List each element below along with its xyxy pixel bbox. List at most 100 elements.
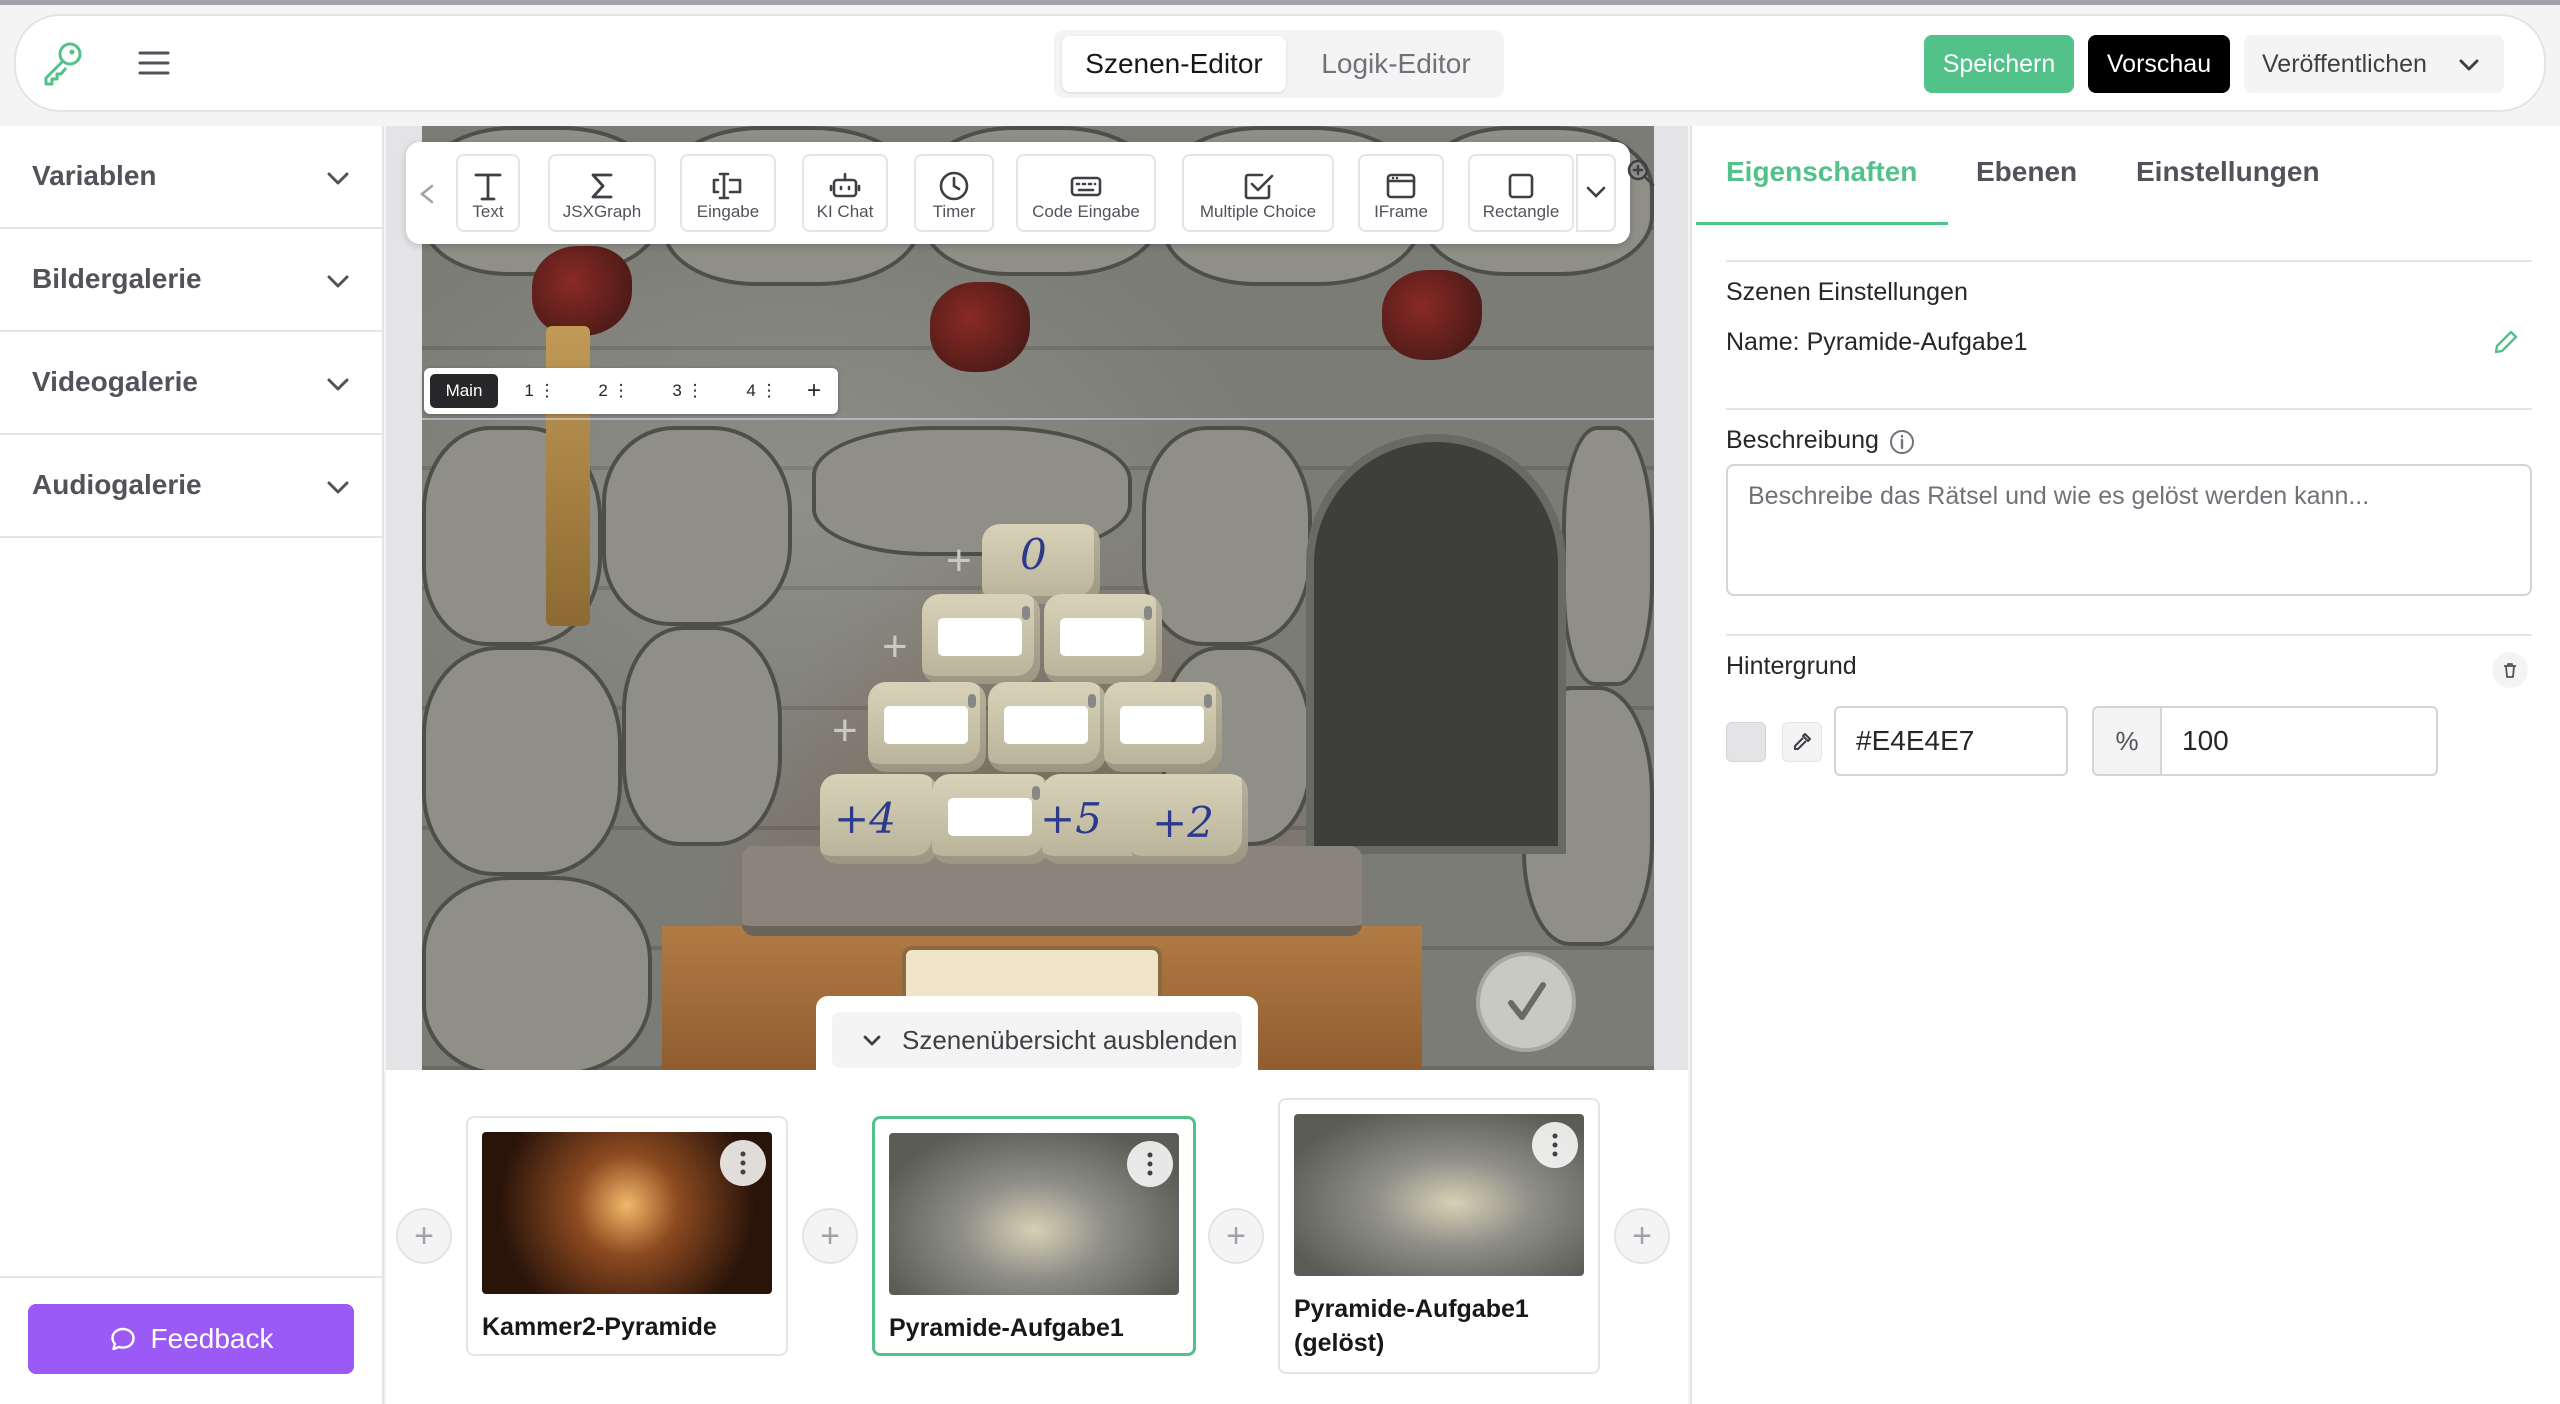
tool-ki-chat-button[interactable]: KI Chat [802,154,888,232]
background-color-input[interactable] [1834,706,2068,776]
tool-label: Text [472,202,504,221]
properties-panel: Eigenschaften Ebenen Einstellungen Szene… [1690,126,2560,1404]
scene-name-text: Name: Pyramide-Aufgabe1 [1726,328,2028,356]
layer-tab-label: 2 [598,381,608,400]
edit-pencil-icon[interactable] [2490,326,2522,358]
layer-tab-label: 1 [524,381,534,400]
keyboard-icon [1070,176,1102,197]
mic-icon [1032,786,1040,800]
info-icon[interactable] [1888,428,1916,456]
tool-label: Code Eingabe [1032,202,1140,221]
text-icon [474,173,502,201]
save-button[interactable]: Speichern [1924,35,2074,93]
feedback-label: Feedback [150,1323,274,1354]
add-scene-plus-icon[interactable]: + [1208,1208,1264,1264]
kebab-menu-icon[interactable] [1532,1122,1578,1168]
chevron-down-icon [327,378,349,391]
add-layer-plus-icon[interactable]: + [796,374,832,408]
chevron-down-icon [327,275,349,288]
wall-stone [422,876,652,1070]
scene-card-kammer2[interactable]: Kammer2-Pyramide [466,1116,788,1356]
checkmark-button-icon[interactable] [1476,952,1576,1052]
answer-input[interactable] [948,798,1032,836]
tool-multiple-choice-button[interactable]: Multiple Choice [1182,154,1334,232]
trash-icon[interactable] [2492,652,2528,688]
rectangle-icon [1508,173,1534,199]
bot-icon [829,172,861,198]
pyramid-block [1104,682,1222,772]
checkbox-icon [1244,173,1274,200]
chat-bubble-icon [110,1327,135,1351]
layer-tab-main[interactable]: Main [430,374,498,408]
layer-tab-1[interactable]: 1 ⋮ [510,374,570,408]
scene-card-pyramide-aufgabe1[interactable]: Pyramide-Aufgabe1 [872,1116,1196,1356]
tab-ebenen[interactable]: Ebenen [1976,156,2077,188]
tool-label: JSXGraph [562,202,642,221]
window-top-edge [0,0,2560,5]
tab-logik-editor[interactable]: Logik-Editor [1294,36,1498,92]
tool-rectangle-button[interactable]: Rectangle [1468,154,1574,232]
tool-text-button[interactable]: Text [456,154,520,232]
scene-card-title: Pyramide-Aufgabe1 (gelöst) [1294,1295,1529,1357]
tool-timer-button[interactable]: Timer [914,154,994,232]
answer-input[interactable] [938,618,1022,656]
wall-stone [602,426,792,626]
chevron-down-icon [327,481,349,494]
tool-code-eingabe-button[interactable]: Code Eingabe [1016,154,1156,232]
menu-icon[interactable] [136,48,172,78]
opacity-unit: % [2092,706,2160,776]
input-cursor-icon [712,172,742,200]
tool-label: Eingabe [696,202,760,221]
scene-canvas[interactable]: 0 +4 +5 +2 + + + [422,126,1654,1070]
accordion-audiogalerie[interactable]: Audiogalerie [0,435,382,538]
feedback-button[interactable]: Feedback [28,1304,354,1374]
section-divider [1726,408,2532,410]
accordion-label: Bildergalerie [32,263,202,294]
layer-tab-4[interactable]: 4 ⋮ [732,374,792,408]
scene-card-pyramide-aufgabe1-geloest[interactable]: Pyramide-Aufgabe1 (gelöst) [1278,1098,1600,1374]
hide-overview-button[interactable]: Szenenübersicht ausblenden [832,1012,1242,1068]
answer-input[interactable] [1120,706,1204,744]
kebab-menu-icon[interactable] [1127,1141,1173,1187]
accordion-videogalerie[interactable]: Videogalerie [0,332,382,435]
add-scene-plus-icon[interactable]: + [1614,1208,1670,1264]
tab-einstellungen[interactable]: Einstellungen [2136,156,2320,188]
answer-input[interactable] [884,706,968,744]
red-rock-image [1382,270,1482,360]
answer-input[interactable] [1004,706,1088,744]
layer-tab-3[interactable]: 3 ⋮ [658,374,718,408]
layer-tab-label: 4 [746,381,756,400]
layer-tab-2[interactable]: 2 ⋮ [584,374,644,408]
publish-button[interactable]: Veröffentlichen [2244,35,2504,93]
answer-input[interactable] [1060,618,1144,656]
eyedropper-icon[interactable] [1782,722,1822,762]
color-swatch[interactable] [1726,722,1766,762]
key-logo-icon[interactable] [38,38,88,88]
description-textarea[interactable] [1726,464,2532,596]
accordion-bildergalerie[interactable]: Bildergalerie [0,229,382,332]
tool-iframe-button[interactable]: IFrame [1358,154,1444,232]
wall-stone [422,646,622,876]
chevron-down-icon [2459,59,2479,71]
hide-overview-label: Szenenübersicht ausblenden [902,1024,1238,1055]
accordion-label: Audiogalerie [32,469,202,500]
preview-button[interactable]: Vorschau [2088,35,2230,93]
tab-eigenschaften[interactable]: Eigenschaften [1726,156,1917,188]
accordion-label: Variablen [32,160,157,191]
tool-eingabe-button[interactable]: Eingabe [680,154,776,232]
toolbar-scroll-left-icon[interactable] [412,156,442,230]
pyramid-block [1044,594,1162,684]
add-scene-plus-icon[interactable]: + [396,1208,452,1264]
add-scene-plus-icon[interactable]: + [802,1208,858,1264]
tab-szenen-editor[interactable]: Szenen-Editor [1062,36,1286,92]
plus-mark: + [946,536,972,585]
sidebar-divider [0,1276,382,1278]
kebab-menu-icon[interactable] [720,1140,766,1186]
toolbar-more-chevron-icon[interactable] [1576,154,1616,232]
tool-jsxgraph-button[interactable]: JSXGraph [548,154,656,232]
accordion-variablen[interactable]: Variablen [0,126,382,229]
zoom-in-icon[interactable] [1624,156,1658,190]
tool-label: KI Chat [816,202,874,221]
mic-icon [1204,694,1212,708]
opacity-input[interactable] [2160,706,2438,776]
